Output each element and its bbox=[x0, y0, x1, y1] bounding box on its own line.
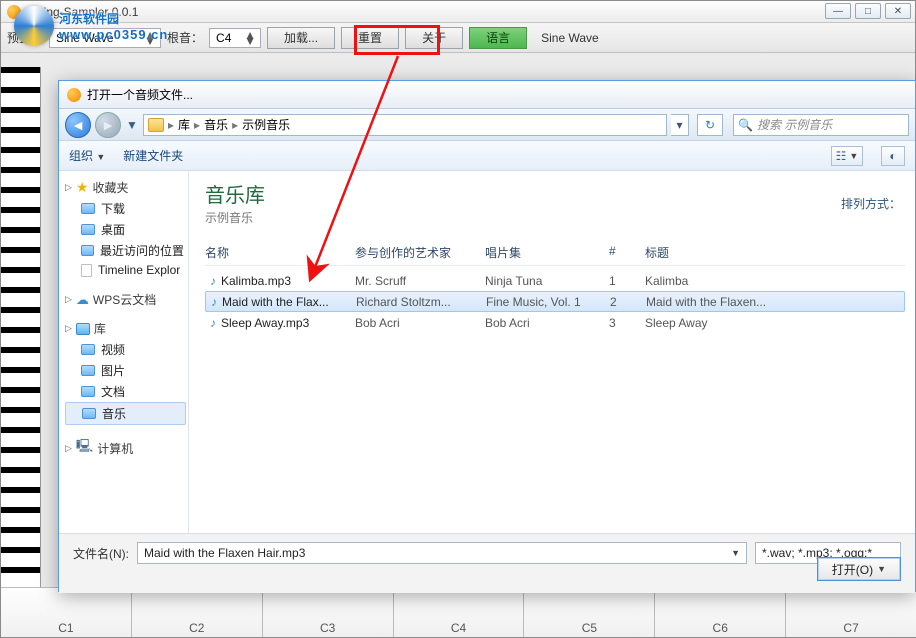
piano-side-keys[interactable] bbox=[1, 67, 41, 587]
help-button[interactable]: ◐ bbox=[881, 146, 905, 166]
language-button[interactable]: 语言 bbox=[469, 27, 527, 49]
watermark-logo-icon bbox=[14, 6, 54, 46]
piano-key[interactable]: C7 bbox=[786, 588, 916, 637]
music-icon bbox=[82, 408, 96, 419]
watermark: 河东软件园 www.pc0359.cn bbox=[14, 6, 168, 46]
chevron-right-icon: ▸ bbox=[192, 118, 202, 132]
breadcrumb-item[interactable]: 示例音乐 bbox=[242, 116, 290, 133]
back-button[interactable]: ◄ bbox=[65, 112, 91, 138]
sidebar-item-pictures[interactable]: 图片 bbox=[65, 360, 186, 381]
root-label: 根音： bbox=[167, 29, 203, 46]
status-text: Sine Wave bbox=[541, 31, 599, 45]
close-button[interactable]: ✕ bbox=[885, 3, 911, 19]
sidebar-item-timeline[interactable]: Timeline Explor bbox=[65, 261, 186, 279]
filename-input[interactable]: Maid with the Flaxen Hair.mp3 ▼ bbox=[137, 542, 747, 564]
col-track-number[interactable]: # bbox=[609, 244, 645, 261]
sidebar-item-desktop[interactable]: 桌面 bbox=[65, 219, 186, 240]
sidebar-item-recent[interactable]: 最近访问的位置 bbox=[65, 240, 186, 261]
picture-icon bbox=[81, 365, 95, 376]
maximize-button[interactable]: □ bbox=[855, 3, 881, 19]
piano-key[interactable]: C5 bbox=[524, 588, 655, 637]
search-icon: 🔍 bbox=[738, 118, 753, 132]
watermark-url: www.pc0359.cn bbox=[59, 27, 168, 42]
col-name[interactable]: 名称 bbox=[205, 244, 355, 261]
video-icon bbox=[81, 344, 95, 355]
about-button[interactable]: 关于 bbox=[405, 27, 463, 49]
chevron-down-icon[interactable]: ▼ bbox=[731, 548, 740, 558]
desktop-icon bbox=[81, 224, 95, 235]
sidebar-item-video[interactable]: 视频 bbox=[65, 339, 186, 360]
dialog-icon bbox=[67, 88, 81, 102]
sidebar-item-downloads[interactable]: 下载 bbox=[65, 198, 186, 219]
load-button[interactable]: 加载... bbox=[267, 27, 335, 49]
recent-icon bbox=[81, 245, 94, 256]
file-icon bbox=[81, 264, 92, 277]
organize-menu[interactable]: 组织 ▼ bbox=[69, 147, 105, 164]
sidebar-item-documents[interactable]: 文档 bbox=[65, 381, 186, 402]
dialog-footer: 文件名(N): Maid with the Flaxen Hair.mp3 ▼ … bbox=[59, 533, 915, 593]
file-row[interactable]: ♪ Sleep Away.mp3 Bob Acri Bob Acri 3 Sle… bbox=[205, 312, 905, 333]
dialog-titlebar[interactable]: 打开一个音频文件... bbox=[59, 81, 915, 109]
piano-key[interactable]: C3 bbox=[263, 588, 394, 637]
breadcrumb-item[interactable]: 库 bbox=[178, 116, 190, 133]
chevron-right-icon: ▸ bbox=[166, 118, 176, 132]
chevron-right-icon: ▸ bbox=[230, 118, 240, 132]
dialog-title: 打开一个音频文件... bbox=[87, 86, 193, 103]
dialog-nav-row: ◄ ► ▼ ▸ 库 ▸ 音乐 ▸ 示例音乐 ▾ ↻ 🔍 搜索 示例音乐 bbox=[59, 109, 915, 141]
piano-key[interactable]: C6 bbox=[655, 588, 786, 637]
spinner-icon[interactable]: ▲▼ bbox=[244, 32, 256, 44]
root-combo[interactable]: C4 ▲▼ bbox=[209, 28, 261, 48]
search-placeholder: 搜索 示例音乐 bbox=[757, 116, 832, 133]
sidebar-group-favorites[interactable]: ▷★收藏夹 bbox=[65, 179, 186, 196]
search-input[interactable]: 🔍 搜索 示例音乐 bbox=[733, 114, 909, 136]
piano-keyboard[interactable]: C1 C2 C3 C4 C5 C6 C7 bbox=[1, 587, 916, 637]
breadcrumb-item[interactable]: 音乐 bbox=[204, 116, 228, 133]
file-row[interactable]: ♪ Kalimba.mp3 Mr. Scruff Ninja Tuna 1 Ka… bbox=[205, 270, 905, 291]
document-icon bbox=[81, 386, 95, 397]
dialog-organize-row: 组织 ▼ 新建文件夹 ☷▼ ◐ bbox=[59, 141, 915, 171]
sidebar-group-libraries[interactable]: ▷库 bbox=[65, 320, 186, 337]
minimize-button[interactable]: — bbox=[825, 3, 851, 19]
music-file-icon: ♪ bbox=[205, 316, 221, 330]
column-headers: 名称 参与创作的艺术家 唱片集 # 标题 bbox=[205, 244, 905, 266]
sort-by-label[interactable]: 排列方式： bbox=[841, 195, 901, 212]
refresh-button[interactable]: ↻ bbox=[697, 114, 723, 136]
music-file-icon: ♪ bbox=[206, 295, 222, 309]
star-icon: ★ bbox=[76, 179, 89, 196]
view-mode-button[interactable]: ☷▼ bbox=[831, 146, 863, 166]
library-subtitle: 示例音乐 bbox=[205, 209, 905, 226]
piano-key[interactable]: C1 bbox=[1, 588, 132, 637]
forward-button[interactable]: ► bbox=[95, 112, 121, 138]
root-value: C4 bbox=[216, 31, 240, 45]
open-file-dialog: 打开一个音频文件... ◄ ► ▼ ▸ 库 ▸ 音乐 ▸ 示例音乐 ▾ ↻ 🔍 … bbox=[58, 80, 916, 592]
music-file-icon: ♪ bbox=[205, 274, 221, 288]
computer-icon: 🖳 bbox=[76, 437, 93, 459]
dialog-sidebar: ▷★收藏夹 下载 桌面 最近访问的位置 Timeline Explor ▷☁WP… bbox=[59, 171, 189, 533]
watermark-name: 河东软件园 bbox=[59, 12, 119, 26]
breadcrumb-dropdown[interactable]: ▾ bbox=[671, 114, 689, 136]
col-artist[interactable]: 参与创作的艺术家 bbox=[355, 244, 485, 261]
dialog-content: 音乐库 示例音乐 排列方式： 名称 参与创作的艺术家 唱片集 # 标题 ♪ Ka… bbox=[189, 171, 915, 533]
sidebar-group-computer[interactable]: ▷🖳计算机 bbox=[65, 437, 186, 459]
open-button[interactable]: 打开(O)▼ bbox=[817, 557, 901, 581]
new-folder-button[interactable]: 新建文件夹 bbox=[123, 147, 183, 164]
history-dropdown-icon[interactable]: ▼ bbox=[125, 118, 139, 132]
piano-key[interactable]: C2 bbox=[132, 588, 263, 637]
folder-icon bbox=[148, 118, 164, 132]
library-title: 音乐库 bbox=[205, 179, 905, 208]
piano-key[interactable]: C4 bbox=[394, 588, 525, 637]
sidebar-group-wps[interactable]: ▷☁WPS云文档 bbox=[65, 291, 186, 308]
sidebar-item-music[interactable]: 音乐 bbox=[65, 402, 186, 425]
breadcrumb[interactable]: ▸ 库 ▸ 音乐 ▸ 示例音乐 bbox=[143, 114, 667, 136]
cloud-icon: ☁ bbox=[76, 292, 89, 308]
folder-icon bbox=[81, 203, 95, 214]
col-album[interactable]: 唱片集 bbox=[485, 244, 609, 261]
filename-label: 文件名(N): bbox=[73, 545, 129, 562]
file-row-selected[interactable]: ♪ Maid with the Flax... Richard Stoltzm.… bbox=[205, 291, 905, 312]
library-icon bbox=[76, 323, 90, 335]
col-title[interactable]: 标题 bbox=[645, 244, 905, 261]
file-list: ♪ Kalimba.mp3 Mr. Scruff Ninja Tuna 1 Ka… bbox=[205, 270, 905, 333]
reset-button[interactable]: 重置 bbox=[341, 27, 399, 49]
